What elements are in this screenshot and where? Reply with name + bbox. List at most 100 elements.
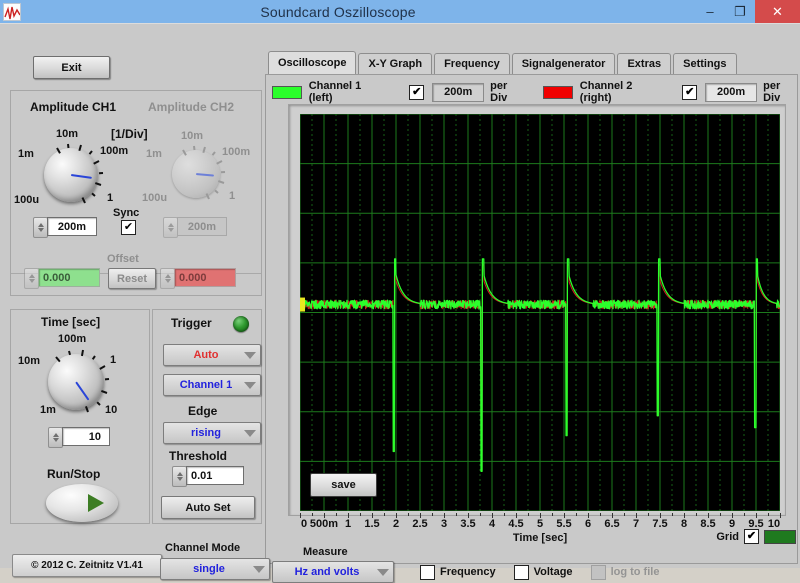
exit-button[interactable]: Exit bbox=[33, 56, 110, 79]
axis-tick-label: 8 bbox=[680, 518, 688, 530]
knob-pointer bbox=[75, 381, 90, 401]
axis-tick-label: 6 bbox=[584, 518, 592, 530]
time-knob-label-10: 10 bbox=[105, 404, 118, 416]
channel-1-enable-checkbox[interactable]: ✔ bbox=[409, 84, 425, 100]
channel-1-label: Channel 1 (left) bbox=[308, 80, 362, 104]
knob-tick bbox=[192, 146, 196, 151]
tab-bar: Oscilloscope X-Y Graph Frequency Signalg… bbox=[268, 51, 739, 74]
close-icon[interactable]: ✕ bbox=[755, 0, 800, 23]
time-knob-label-100m: 100m bbox=[58, 333, 87, 345]
ch1-knob-label-100m: 100m bbox=[100, 145, 129, 157]
trigger-edge-value: rising bbox=[191, 427, 221, 439]
time-stepper[interactable] bbox=[48, 427, 63, 448]
frequency-label: Frequency bbox=[440, 566, 496, 578]
tab-settings[interactable]: Settings bbox=[673, 53, 737, 74]
channel-2-enable-checkbox[interactable]: ✔ bbox=[682, 84, 698, 100]
tab-xy-graph[interactable]: X-Y Graph bbox=[358, 53, 433, 74]
window-title: Soundcard Oszilloscope bbox=[260, 3, 416, 20]
channel-2-per-div-label: per Div bbox=[763, 80, 781, 104]
copyright-label: © 2012 C. Zeitnitz V1.41 bbox=[12, 554, 162, 577]
axis-tick-label: 0 bbox=[300, 518, 308, 530]
axis-tick bbox=[744, 513, 745, 516]
sync-label: Sync bbox=[113, 207, 140, 219]
run-stop-button[interactable] bbox=[46, 484, 118, 522]
scope-display[interactable] bbox=[300, 114, 780, 511]
tab-oscilloscope[interactable]: Oscilloscope bbox=[268, 51, 357, 74]
amplitude-ch1-knob[interactable] bbox=[44, 148, 98, 202]
trigger-source-dropdown[interactable]: Channel 1 bbox=[163, 374, 261, 396]
minimize-icon[interactable]: – bbox=[695, 0, 725, 23]
chevron-down-icon bbox=[244, 429, 256, 437]
axis-tick bbox=[384, 513, 385, 516]
amplitude-ch2-title: Amplitude CH2 bbox=[148, 100, 235, 114]
axis-tick-label: 8.5 bbox=[700, 518, 716, 530]
measure-mode-dropdown[interactable]: Hz and volts bbox=[272, 561, 394, 583]
time-knob[interactable] bbox=[48, 354, 104, 410]
axis-tick-label: 1.5 bbox=[364, 518, 380, 530]
amplitude-group bbox=[10, 90, 262, 296]
trigger-mode-dropdown[interactable]: Auto bbox=[163, 344, 261, 366]
axis-tick-label: 3.5 bbox=[460, 518, 476, 530]
axis-tick bbox=[720, 513, 721, 516]
auto-set-button[interactable]: Auto Set bbox=[161, 496, 255, 519]
save-button[interactable]: save bbox=[310, 473, 377, 497]
axis-tick bbox=[528, 513, 529, 516]
axis-tick bbox=[600, 513, 601, 516]
measure-controls-row: Hz and volts Frequency Voltage log to fi… bbox=[272, 561, 659, 583]
tab-frequency[interactable]: Frequency bbox=[434, 53, 510, 74]
knob-pointer bbox=[195, 173, 215, 177]
ch1-knob-label-100u: 100u bbox=[14, 194, 40, 206]
chevron-down-icon bbox=[244, 351, 256, 359]
knob-tick bbox=[98, 171, 103, 174]
time-knob-label-10m: 10m bbox=[18, 355, 41, 367]
channel-mode-dropdown[interactable]: single bbox=[160, 558, 270, 580]
channel-controls-row: Channel 1 (left) ✔ 200m per Div Channel … bbox=[272, 80, 800, 104]
title-bar: Soundcard Oszilloscope – ❐ ✕ bbox=[0, 0, 800, 23]
channel-2-per-div-value[interactable]: 200m bbox=[705, 82, 758, 102]
axis-tick bbox=[768, 513, 769, 516]
measure-mode-value: Hz and volts bbox=[294, 566, 360, 578]
threshold-value[interactable]: 0.01 bbox=[186, 466, 244, 485]
trigger-led-indicator bbox=[233, 316, 249, 332]
channel-mode-value: single bbox=[193, 563, 225, 575]
sync-checkbox[interactable]: ✔ bbox=[121, 220, 136, 235]
amplitude-ch1-value[interactable]: 200m bbox=[47, 217, 97, 236]
knob-tick bbox=[67, 350, 71, 356]
tab-extras[interactable]: Extras bbox=[617, 53, 672, 74]
axis-tick-label: 5.5 bbox=[556, 518, 572, 530]
maximize-icon[interactable]: ❐ bbox=[725, 0, 755, 23]
time-axis-title: Time [sec] bbox=[512, 532, 568, 544]
ch1-knob-label-10m: 10m bbox=[56, 128, 79, 140]
channel-1-per-div-value[interactable]: 200m bbox=[432, 82, 485, 102]
chevron-down-icon bbox=[377, 568, 389, 576]
play-icon bbox=[88, 494, 104, 512]
offset-reset-button[interactable]: Reset bbox=[108, 268, 156, 289]
amplitude-ch2-value: 200m bbox=[177, 217, 227, 236]
axis-tick bbox=[696, 513, 697, 516]
trigger-source-value: Channel 1 bbox=[179, 379, 233, 391]
waveform-plot bbox=[300, 114, 780, 511]
knob-tick bbox=[220, 170, 225, 174]
threshold-stepper[interactable] bbox=[172, 466, 187, 487]
tab-signalgenerator[interactable]: Signalgenerator bbox=[511, 53, 616, 74]
time-value[interactable]: 10 bbox=[62, 427, 110, 446]
axis-tick-label: 7.5 bbox=[652, 518, 668, 530]
run-stop-label: Run/Stop bbox=[47, 467, 101, 481]
offset-ch1-value[interactable]: 0.000 bbox=[38, 268, 100, 287]
axis-tick bbox=[360, 513, 361, 516]
grid-color-swatch[interactable] bbox=[764, 529, 796, 544]
axis-tick-label: 1 bbox=[344, 518, 352, 530]
time-title: Time [sec] bbox=[41, 315, 101, 329]
axis-tick-label: 3 bbox=[440, 518, 448, 530]
axis-tick bbox=[312, 513, 313, 516]
threshold-label: Threshold bbox=[169, 449, 228, 463]
grid-checkbox[interactable]: ✔ bbox=[744, 529, 759, 544]
ch2-knob-label-1: 1 bbox=[229, 190, 236, 202]
trigger-edge-dropdown[interactable]: rising bbox=[163, 422, 261, 444]
axis-tick bbox=[552, 513, 553, 516]
grid-label: Grid bbox=[716, 530, 739, 543]
offset-ch1-stepper[interactable] bbox=[24, 268, 39, 289]
grid-control: Grid ✔ bbox=[716, 529, 796, 544]
channel-2-label: Channel 2 (right) bbox=[579, 80, 633, 104]
amplitude-ch1-stepper[interactable] bbox=[33, 217, 48, 238]
